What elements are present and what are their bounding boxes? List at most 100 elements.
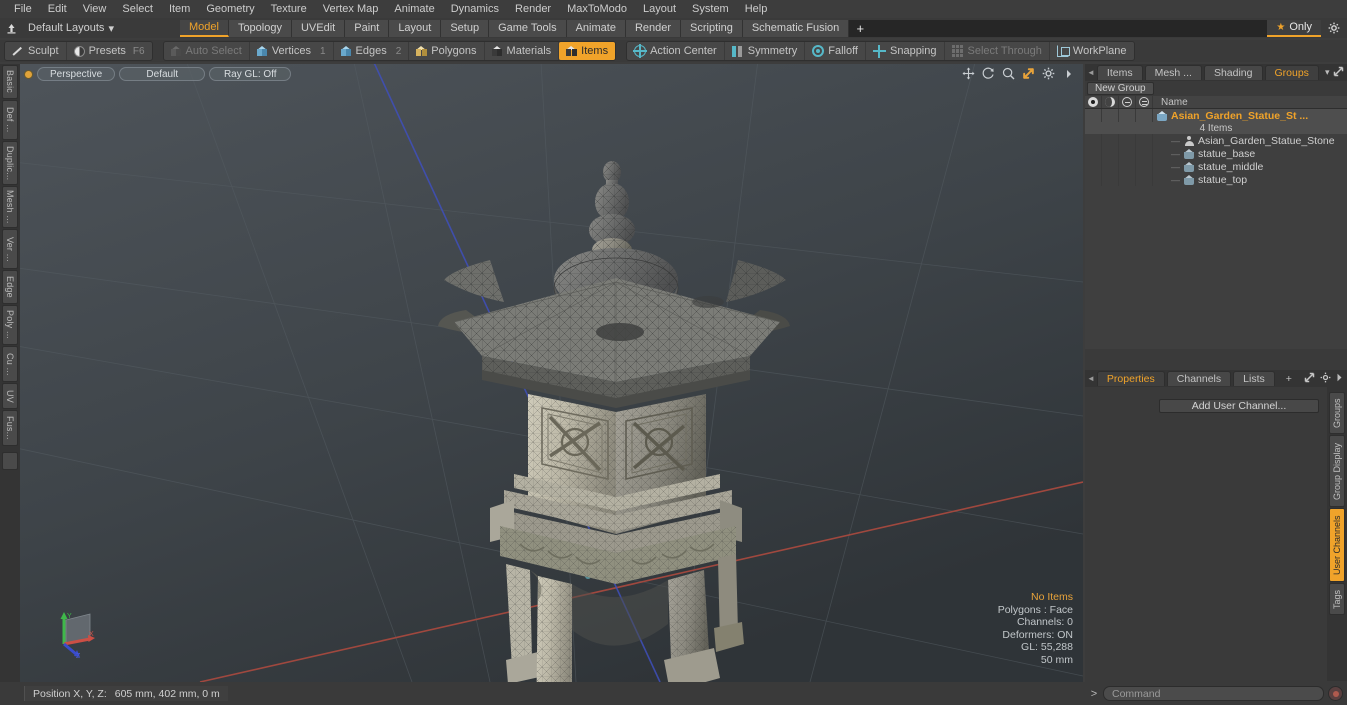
rotate-icon[interactable] (982, 67, 995, 80)
menu-item-geometry[interactable]: Geometry (198, 0, 262, 18)
menu-item-select[interactable]: Select (114, 0, 161, 18)
tab-properties[interactable]: Properties (1096, 371, 1165, 386)
list-item-material[interactable]: — Asian_Garden_Statue_Stone (1085, 134, 1347, 147)
list-item-statue-top[interactable]: — statue_top (1085, 173, 1347, 186)
viewport-shading-mode[interactable]: Default (119, 67, 206, 81)
chevron-right-icon[interactable] (1336, 373, 1343, 385)
side-tab-user-channels[interactable]: User Channels (1329, 508, 1345, 582)
tab-channels[interactable]: Channels (1166, 371, 1232, 386)
tab-lists[interactable]: Lists (1233, 371, 1275, 386)
left-tab-mesh[interactable]: Mesh ... (2, 186, 18, 228)
axis-gizmo[interactable]: Y X Z (50, 606, 98, 660)
vertices-button[interactable]: Vertices 1 (250, 42, 334, 60)
list-item-group[interactable]: Asian_Garden_Statue_St ... (1085, 109, 1347, 122)
shade-moon-icon[interactable] (1102, 96, 1119, 108)
sculpt-button[interactable]: Sculpt (5, 42, 67, 60)
workplane-button[interactable]: WorkPlane (1050, 42, 1134, 60)
gear-icon[interactable] (1042, 67, 1055, 80)
tab-render[interactable]: Render (625, 19, 682, 37)
left-tab-uv[interactable]: UV (2, 383, 18, 409)
pan-icon[interactable] (962, 67, 975, 80)
record-icon[interactable] (1328, 686, 1343, 701)
materials-button[interactable]: Materials (485, 42, 560, 60)
tab-paint[interactable]: Paint (345, 19, 390, 37)
menu-item-dynamics[interactable]: Dynamics (443, 0, 507, 18)
panel-collapse-icon[interactable]: ◄ (1087, 68, 1095, 77)
add-tab-button[interactable]: + (849, 19, 872, 37)
symmetry-button[interactable]: Symmetry (725, 42, 806, 60)
auto-select-button[interactable]: Auto Select (164, 42, 250, 60)
tab-uvedit[interactable]: UVEdit (291, 19, 346, 37)
render-circle-icon[interactable] (1136, 96, 1153, 108)
add-user-channel-button[interactable]: Add User Channel... (1159, 399, 1319, 413)
chevron-right-icon[interactable] (1062, 67, 1075, 80)
viewport-active-dot[interactable] (24, 69, 33, 79)
viewport-view-mode[interactable]: Perspective (37, 67, 116, 81)
left-tab-basic[interactable]: Basic (2, 65, 18, 99)
edges-button[interactable]: Edges 2 (334, 42, 410, 60)
group-list-empty-area[interactable] (1085, 186, 1347, 306)
tab-setup[interactable]: Setup (441, 19, 490, 37)
tab-scripting[interactable]: Scripting (681, 19, 743, 37)
tab-topology[interactable]: Topology (228, 19, 292, 37)
tab-game-tools[interactable]: Game Tools (489, 19, 567, 37)
select-through-button[interactable]: Select Through (945, 42, 1050, 60)
left-tab-curve[interactable]: Cu ... (2, 346, 18, 382)
tab-animate[interactable]: Animate (566, 19, 626, 37)
viewport-3d[interactable]: Perspective Default Ray GL: Off Y X Z No… (20, 64, 1083, 682)
viewport-raygl-toggle[interactable]: Ray GL: Off (209, 67, 292, 81)
gear-icon[interactable] (1320, 372, 1331, 386)
presets-button[interactable]: Presets F6 (67, 42, 152, 60)
gear-icon[interactable] (1321, 20, 1347, 37)
column-header-name[interactable]: Name (1153, 96, 1347, 108)
left-tab-deform[interactable]: Def ... (2, 100, 18, 140)
menu-item-render[interactable]: Render (507, 0, 559, 18)
menu-item-system[interactable]: System (684, 0, 737, 18)
tab-shading[interactable]: Shading (1203, 65, 1263, 80)
menu-item-vertex-map[interactable]: Vertex Map (315, 0, 387, 18)
side-tab-tags[interactable]: Tags (1329, 583, 1345, 615)
list-item-statue-middle[interactable]: — statue_middle (1085, 160, 1347, 173)
add-properties-tab-button[interactable]: + (1277, 371, 1301, 386)
menu-item-layout[interactable]: Layout (635, 0, 684, 18)
expand-icon[interactable] (1304, 372, 1315, 386)
list-item-statue-base[interactable]: — statue_base (1085, 147, 1347, 160)
items-button[interactable]: Items (559, 42, 616, 60)
tab-groups[interactable]: Groups (1264, 65, 1319, 80)
left-tab-polygon[interactable]: Poly ... (2, 305, 18, 345)
zoom-icon[interactable] (1002, 67, 1015, 80)
fit-icon[interactable] (1022, 67, 1035, 80)
falloff-button[interactable]: Falloff (805, 42, 866, 60)
snapping-button[interactable]: Snapping (866, 42, 945, 60)
tab-layout[interactable]: Layout (389, 19, 442, 37)
panel-collapse-icon[interactable]: ◄ (1087, 374, 1095, 383)
tab-items[interactable]: Items (1096, 65, 1143, 80)
layout-selector[interactable]: Default Layouts ▾ (22, 20, 124, 37)
visibility-eye-icon[interactable] (1085, 96, 1102, 108)
menu-item-animate[interactable]: Animate (386, 0, 442, 18)
side-tab-group-display[interactable]: Group Display (1329, 435, 1345, 507)
menu-item-item[interactable]: Item (161, 0, 198, 18)
tab-schematic-fusion[interactable]: Schematic Fusion (742, 19, 850, 37)
action-center-button[interactable]: Action Center (627, 42, 725, 60)
command-input[interactable]: Command (1103, 686, 1324, 701)
menu-item-file[interactable]: File (6, 0, 40, 18)
lock-circle-icon[interactable] (1119, 96, 1136, 108)
menu-item-edit[interactable]: Edit (40, 0, 75, 18)
menu-item-texture[interactable]: Texture (263, 0, 315, 18)
tab-mesh[interactable]: Mesh ... (1144, 65, 1202, 80)
side-tab-groups[interactable]: Groups (1329, 392, 1345, 434)
left-tab-vertex[interactable]: Ver ... (2, 229, 18, 269)
anchor-icon[interactable] (0, 19, 22, 37)
left-tab-edge[interactable]: Edge (2, 270, 18, 304)
left-tab-fusion[interactable]: Fus... (2, 410, 18, 446)
new-group-button[interactable]: New Group (1087, 82, 1154, 95)
left-tab-duplicate[interactable]: Duplic... (2, 141, 18, 185)
menu-item-maxtomodo[interactable]: MaxToModo (559, 0, 635, 18)
left-strip-extra-button[interactable] (2, 452, 18, 470)
chevron-down-icon[interactable]: ▾ (1325, 67, 1330, 78)
only-toggle[interactable]: ★ Only (1267, 19, 1321, 37)
group-item-list[interactable]: Asian_Garden_Statue_St ... 4 Items — Asi… (1085, 109, 1347, 349)
menu-item-view[interactable]: View (75, 0, 115, 18)
tab-model[interactable]: Model (179, 19, 229, 37)
